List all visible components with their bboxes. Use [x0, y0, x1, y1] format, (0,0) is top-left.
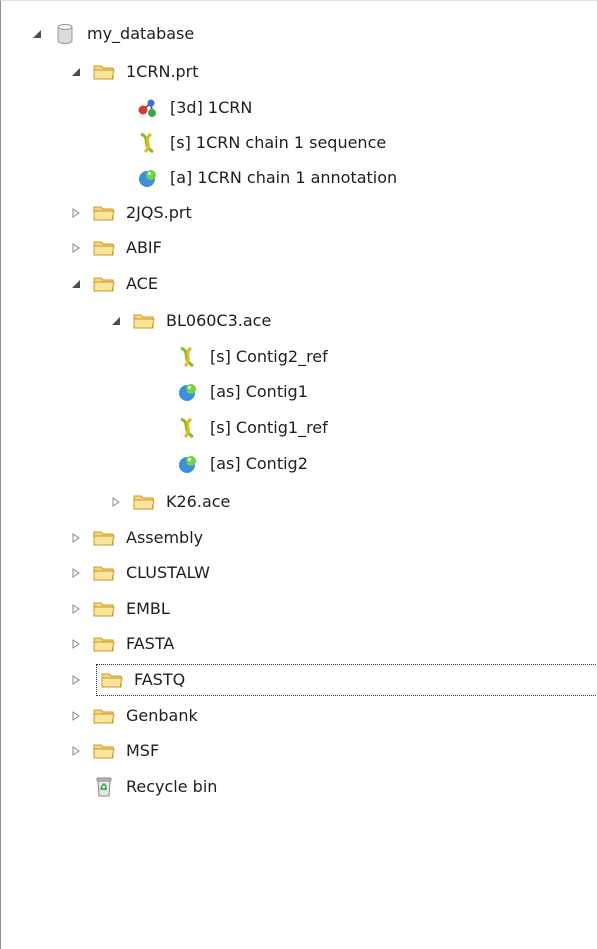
tree-item-label: [s] 1CRN chain 1 sequence [170, 133, 387, 152]
tree-item-label: [s] Contig2_ref [210, 347, 328, 366]
tree-item-label: CLUSTALW [126, 563, 210, 582]
tree-item-1crn-annotation[interactable]: [a] 1CRN chain 1 annotation [113, 163, 399, 193]
folder-icon [93, 562, 115, 584]
sequence-icon [137, 132, 159, 154]
collapsed-arrow-icon[interactable] [69, 566, 83, 580]
folder-icon [93, 202, 115, 224]
tree-item-recycle-bin[interactable]: Recycle bin [69, 772, 219, 802]
collapsed-arrow-icon[interactable] [69, 241, 83, 255]
tree-item-label: [s] Contig1_ref [210, 418, 328, 437]
database-icon [54, 23, 76, 45]
collapsed-arrow-icon[interactable] [69, 673, 83, 687]
tree-item-label: 1CRN.prt [126, 62, 199, 81]
sequence-icon [177, 417, 199, 439]
tree-item-k26-ace[interactable]: K26.ace [109, 487, 232, 517]
folder-icon [93, 705, 115, 727]
tree-item-2jqs-prt[interactable]: 2JQS.prt [69, 198, 194, 228]
folder-icon [93, 237, 115, 259]
tree-item-label: FASTQ [134, 670, 186, 689]
tree-item-embl[interactable]: EMBL [69, 594, 172, 624]
annotation-icon [137, 167, 159, 189]
tree-item-label: ABIF [126, 238, 162, 257]
tree-item-label: [as] Contig2 [210, 454, 308, 473]
tree-item-label: 2JQS.prt [126, 203, 192, 222]
expanded-arrow-icon[interactable] [69, 277, 83, 291]
project-tree-panel: my_database 1CRN.prt [3d] 1CRN [s] 1CRN … [0, 0, 597, 949]
tree-item-contig1[interactable]: [as] Contig1 [153, 377, 310, 407]
tree-item-label: FASTA [126, 634, 175, 653]
tree-item-contig1-ref[interactable]: [s] Contig1_ref [153, 413, 330, 443]
tree-item-3d-1crn[interactable]: [3d] 1CRN [113, 93, 254, 123]
annotation-icon [177, 453, 199, 475]
tree-item-fasta[interactable]: FASTA [69, 629, 176, 659]
tree-item-label: [as] Contig1 [210, 382, 308, 401]
tree-item-contig2[interactable]: [as] Contig2 [153, 449, 310, 479]
folder-icon [133, 310, 155, 332]
tree-item-1crn-sequence[interactable]: [s] 1CRN chain 1 sequence [113, 128, 388, 158]
sequence-icon [177, 346, 199, 368]
tree-item-label: Genbank [126, 706, 198, 725]
collapsed-arrow-icon[interactable] [69, 206, 83, 220]
tree-item-abif[interactable]: ABIF [69, 233, 164, 263]
collapsed-arrow-icon[interactable] [69, 744, 83, 758]
collapsed-arrow-icon[interactable] [69, 637, 83, 651]
collapsed-arrow-icon[interactable] [69, 709, 83, 723]
tree-item-label: ACE [126, 274, 158, 293]
folder-icon [93, 527, 115, 549]
tree-item-1crn-prt[interactable]: 1CRN.prt [69, 57, 201, 87]
tree-item-label: MSF [126, 741, 160, 760]
tree-item-label: [3d] 1CRN [170, 98, 253, 117]
tree-item-my-database[interactable]: my_database [30, 19, 196, 49]
tree-item-label: K26.ace [166, 492, 231, 511]
expanded-arrow-icon[interactable] [109, 314, 123, 328]
folder-icon [93, 598, 115, 620]
annotation-icon [177, 381, 199, 403]
tree-item-fastq-expander[interactable] [69, 665, 93, 695]
tree-item-clustalw[interactable]: CLUSTALW [69, 558, 212, 588]
tree-item-assembly[interactable]: Assembly [69, 523, 205, 553]
folder-icon [101, 669, 123, 691]
tree-item-bl060c3-ace[interactable]: BL060C3.ace [109, 306, 273, 336]
tree-item-contig2-ref[interactable]: [s] Contig2_ref [153, 342, 330, 372]
tree-item-label: my_database [87, 24, 195, 43]
expanded-arrow-icon[interactable] [69, 65, 83, 79]
folder-icon [93, 273, 115, 295]
tree-item-label: Assembly [126, 528, 204, 547]
tree-item-msf[interactable]: MSF [69, 736, 161, 766]
recycle-bin-icon [93, 776, 115, 798]
folder-icon [93, 633, 115, 655]
tree-item-fastq[interactable]: FASTQ [96, 664, 597, 696]
tree-item-ace[interactable]: ACE [69, 269, 160, 299]
expanded-arrow-icon[interactable] [30, 27, 44, 41]
molecule-3d-icon [137, 97, 159, 119]
collapsed-arrow-icon[interactable] [109, 495, 123, 509]
tree-item-label: [a] 1CRN chain 1 annotation [170, 168, 398, 187]
tree-item-label: Recycle bin [126, 777, 218, 796]
collapsed-arrow-icon[interactable] [69, 602, 83, 616]
tree-item-genbank[interactable]: Genbank [69, 701, 200, 731]
folder-icon [93, 740, 115, 762]
tree-item-label: BL060C3.ace [166, 311, 272, 330]
tree-item-label: EMBL [126, 599, 170, 618]
folder-icon [93, 61, 115, 83]
collapsed-arrow-icon[interactable] [69, 531, 83, 545]
folder-icon [133, 491, 155, 513]
